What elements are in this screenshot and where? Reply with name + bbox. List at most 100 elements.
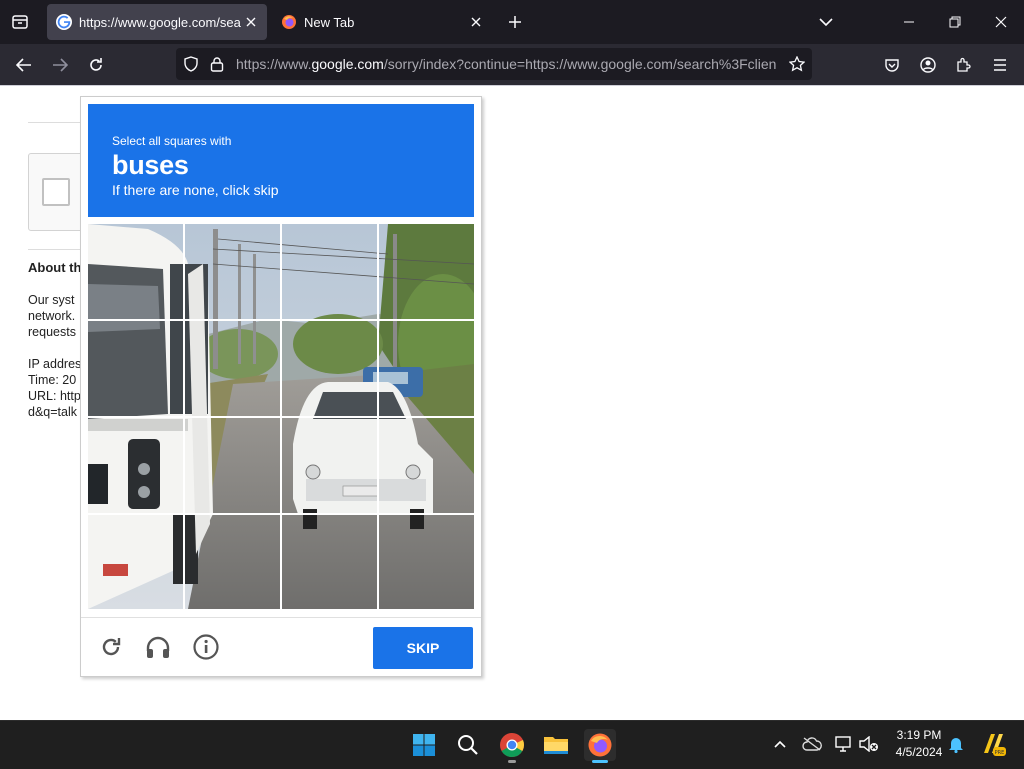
notifications-button[interactable] [945, 733, 967, 755]
help-button[interactable] [191, 632, 221, 662]
headphones-icon [146, 636, 170, 658]
grid-tile-r4c3[interactable] [282, 515, 378, 609]
firefox-icon [588, 733, 612, 757]
search-button[interactable] [452, 729, 484, 761]
back-button[interactable] [11, 52, 37, 78]
close-window-button[interactable] [987, 8, 1015, 36]
svg-text:PRE: PRE [995, 750, 1005, 756]
minimize-button[interactable] [895, 8, 923, 36]
grid-tile-r1c3[interactable] [282, 224, 378, 320]
bookmark-star-icon[interactable] [786, 53, 808, 75]
grid-tile-r1c4[interactable] [379, 224, 474, 320]
account-button[interactable] [915, 52, 941, 78]
back-arrow-icon [16, 58, 31, 72]
chevron-down-icon [819, 18, 833, 27]
forward-button[interactable] [47, 52, 73, 78]
skip-button[interactable]: SKIP [373, 627, 473, 669]
google-g-icon [56, 14, 72, 30]
challenge-header: Select all squares with buses If there a… [88, 104, 474, 217]
list-all-tabs-button[interactable] [814, 10, 838, 34]
tab-title: New Tab [304, 14, 355, 30]
recaptcha-checkbox[interactable] [42, 178, 70, 206]
info-text-line: network. [28, 309, 76, 323]
network-button[interactable] [833, 733, 855, 755]
grid-tile-r3c3[interactable] [282, 418, 378, 514]
challenge-footer: SKIP [81, 617, 481, 677]
url-path: /sorry/index?continue=https://www.google… [383, 56, 776, 72]
info-text-line: Our syst [28, 293, 75, 307]
volume-button[interactable] [858, 733, 880, 755]
about-heading: About th [28, 260, 82, 275]
grid-tile-r2c4[interactable] [379, 321, 474, 417]
pocket-icon [885, 59, 899, 72]
clock[interactable]: 3:19 PM 4/5/2024 [888, 727, 950, 761]
challenge-instruction: Select all squares with [112, 134, 232, 148]
tab-list-button[interactable] [6, 10, 34, 34]
pocket-button[interactable] [879, 52, 905, 78]
url-line: URL: http [28, 389, 81, 403]
grid-tile-r2c2[interactable] [185, 321, 281, 417]
clock-time: 3:19 PM [896, 728, 942, 742]
show-hidden-icons-button[interactable] [769, 733, 791, 755]
chrome-icon [500, 733, 525, 758]
close-icon [995, 16, 1007, 28]
tab-new-tab[interactable]: New Tab [272, 4, 492, 40]
recaptcha-challenge: Select all squares with buses If there a… [80, 96, 482, 677]
grid-line [88, 416, 474, 418]
grid-tile-r4c4[interactable] [379, 515, 474, 609]
reload-challenge-button[interactable] [96, 632, 126, 662]
reload-button[interactable] [83, 52, 109, 78]
plus-icon [509, 16, 521, 28]
audio-challenge-button[interactable] [143, 632, 173, 662]
grid-tile-r3c2[interactable] [185, 418, 281, 514]
tab-list-icon [12, 15, 28, 29]
windows-logo-icon [413, 734, 435, 756]
time-line: Time: 20 [28, 373, 77, 387]
forward-arrow-icon [53, 58, 68, 72]
hamburger-menu-icon [994, 59, 1006, 71]
account-icon [920, 57, 936, 73]
tab-google-search[interactable]: https://www.google.com/search? [47, 4, 267, 40]
tab-title: https://www.google.com/search? [79, 14, 241, 30]
grid-tile-r2c3[interactable] [282, 321, 378, 417]
onedrive-button[interactable] [801, 733, 823, 755]
address-bar[interactable]: https://www.google.com/sorry/index?conti… [176, 48, 812, 80]
content-separator [0, 85, 1024, 86]
running-indicator [508, 760, 516, 763]
firefox-taskbar-button[interactable] [584, 729, 616, 763]
grid-line [88, 319, 474, 321]
copilot-pre-icon: PRE [984, 734, 1006, 756]
url-text[interactable]: https://www.google.com/sorry/index?conti… [236, 56, 776, 72]
minimize-icon [904, 21, 914, 23]
reload-icon [102, 638, 121, 656]
puzzle-icon [957, 57, 971, 72]
url-domain: google.com [311, 56, 384, 72]
grid-tile-r2c1[interactable] [88, 321, 184, 417]
divider [28, 122, 88, 123]
tracking-protection-shield-icon[interactable] [180, 53, 202, 75]
lock-icon[interactable] [206, 53, 228, 75]
start-button[interactable] [408, 729, 440, 761]
grid-tile-r4c2[interactable] [185, 515, 281, 609]
restore-button[interactable] [941, 8, 969, 36]
menu-button[interactable] [987, 52, 1013, 78]
chrome-taskbar-button[interactable] [496, 729, 528, 763]
grid-tile-r4c1[interactable] [88, 515, 184, 609]
grid-tile-r1c1[interactable] [88, 224, 184, 320]
grid-tile-r1c2[interactable] [185, 224, 281, 320]
windows-taskbar: 3:19 PM 4/5/2024 PRE [0, 720, 1024, 769]
grid-tile-r3c1[interactable] [88, 418, 184, 514]
file-explorer-taskbar-button[interactable] [540, 729, 572, 761]
extensions-button[interactable] [951, 52, 977, 78]
close-tab-icon[interactable] [241, 12, 261, 32]
grid-line [88, 513, 474, 515]
url-prefix: https://www. [236, 56, 312, 72]
active-indicator [592, 760, 608, 763]
close-tab-icon[interactable] [466, 12, 486, 32]
new-tab-button[interactable] [503, 10, 527, 34]
url-line-cont: d&q=talk [28, 405, 77, 419]
copilot-button[interactable]: PRE [980, 731, 1006, 757]
challenge-hint: If there are none, click skip [112, 182, 279, 198]
restore-icon [949, 16, 961, 28]
grid-tile-r3c4[interactable] [379, 418, 474, 514]
